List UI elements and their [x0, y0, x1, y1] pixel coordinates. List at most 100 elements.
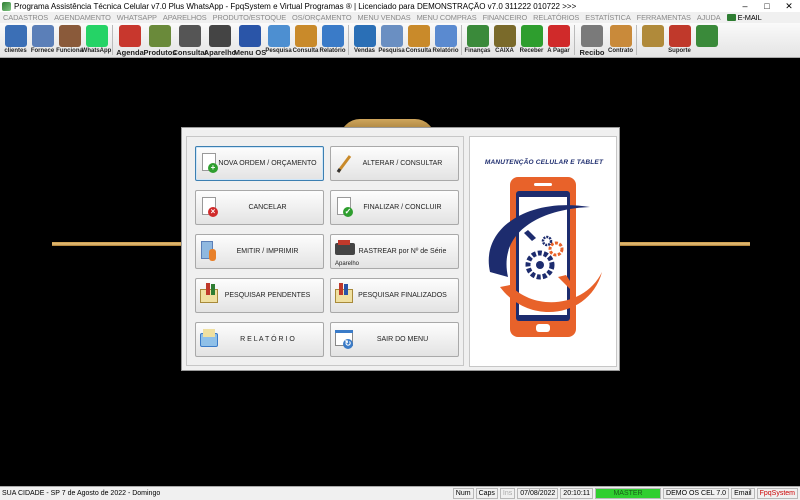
toolbar-button-menu-os-8[interactable]: Menu OS	[233, 23, 267, 57]
toolbar-button-pesquisa-13[interactable]: Pesquisa	[378, 23, 405, 57]
menu-financeiro[interactable]: FINANCEIRO	[483, 13, 528, 22]
toolbar-label: Funciona	[56, 48, 83, 54]
toolbar: clientes Fornece Funciona WhatsApp Agenda Pro…	[0, 23, 800, 58]
minimize-button[interactable]: –	[734, 0, 756, 12]
new-order-button[interactable]: + NOVA ORDEM / ORÇAMENTO	[195, 146, 324, 181]
background-gold-line-right	[620, 242, 750, 246]
menu-whatsapp[interactable]: WHATSAPP	[117, 13, 157, 22]
toolbar-button-contrato-21[interactable]: Contrato	[607, 23, 634, 57]
menu-os-or-amento[interactable]: OS/ORÇAMENTO	[292, 13, 352, 22]
finance-icon	[466, 25, 489, 47]
toolbar-button-funciona-2[interactable]: Funciona	[56, 23, 83, 57]
status-brand: FpqSystem	[756, 488, 798, 499]
menu-relat-rios[interactable]: RELATÓRIOS	[533, 13, 579, 22]
whatsapp-icon	[85, 25, 108, 47]
status-time: 20:10:11	[560, 488, 594, 499]
menu-menu-vendas[interactable]: MENU VENDAS	[357, 13, 410, 22]
maximize-button[interactable]: □	[756, 0, 778, 12]
button-sub-label: Aparelho	[335, 261, 360, 267]
os-menu-icon	[239, 25, 261, 47]
toolbar-separator	[636, 25, 637, 55]
toolbar-button-relat-rio-11[interactable]: Relatório	[319, 23, 346, 57]
plus-badge: +	[208, 163, 218, 173]
receipt-icon	[581, 25, 603, 47]
check-badge: ✓	[343, 207, 353, 217]
toolbar-button-consultar-6[interactable]: Consultar	[172, 23, 208, 57]
toolbar-button-pesquisa-9[interactable]: Pesquisa	[265, 23, 292, 57]
toolbar-button-coins-22[interactable]	[639, 23, 666, 57]
menu-email-label: E-MAIL	[737, 13, 762, 22]
phone-speaker	[534, 183, 552, 186]
status-user: MASTER	[595, 488, 662, 499]
calendar-icon	[119, 25, 141, 47]
toolbar-button-vendas-12[interactable]: Vendas	[351, 23, 378, 57]
button-label: EMITIR / IMPRIMIR	[236, 248, 299, 255]
finalize-button[interactable]: ✓ FINALIZAR / CONCLUIR	[330, 190, 459, 225]
menu-estat-stica[interactable]: ESTATÍSTICA	[585, 13, 631, 22]
title-bar: Programa Assistência Técnica Celular v7.…	[0, 0, 800, 12]
button-label: RASTREAR por Nº de Série	[358, 248, 447, 255]
menu-ferramentas[interactable]: FERRAMENTAS	[637, 13, 691, 22]
toolbar-button-whatsapp-3[interactable]: WhatsApp	[82, 23, 111, 57]
button-label: ALTERAR / CONSULTAR	[362, 160, 443, 167]
toolbar-label: Agenda	[116, 48, 144, 57]
toolbar-label: Relatório	[432, 48, 459, 54]
toolbar-button-clientes-0[interactable]: clientes	[2, 23, 29, 57]
receive-icon	[520, 25, 543, 47]
edit-consult-button[interactable]: ALTERAR / CONSULTAR	[330, 146, 459, 181]
menu-agendamento[interactable]: AGENDAMENTO	[54, 13, 111, 22]
toolbar-label: Pesquisa	[265, 48, 292, 54]
menu-produto-estoque[interactable]: PRODUTO/ESTOQUE	[213, 13, 286, 22]
clients-icon	[4, 25, 27, 47]
toolbar-button-suporte-23[interactable]: Suporte	[666, 23, 693, 57]
search-finished-button[interactable]: PESQUISAR FINALIZADOS	[330, 278, 459, 313]
toolbar-button-a-pagar-19[interactable]: A Pagar	[545, 23, 572, 57]
menu-cadastros[interactable]: CADASTROS	[3, 13, 48, 22]
products-icon	[149, 25, 171, 47]
pay-icon	[547, 25, 570, 47]
exit-menu-button[interactable]: ↻ SAIR DO MENU	[330, 322, 459, 357]
exit-icon	[695, 25, 718, 47]
menu-ajuda[interactable]: AJUDA	[697, 13, 721, 22]
print-button[interactable]: EMITIR / IMPRIMIR	[195, 234, 324, 269]
close-button[interactable]: ✕	[778, 0, 800, 12]
toolbar-label: Fornece	[30, 48, 55, 54]
os-menu-dialog: + NOVA ORDEM / ORÇAMENTO ALTERAR / CONSULT…	[181, 127, 620, 371]
track-serial-button[interactable]: RASTREAR por Nº de Série Aparelho	[330, 234, 459, 269]
toolbar-button-fornece-1[interactable]: Fornece	[29, 23, 56, 57]
toolbar-button-produtos-5[interactable]: Produtos	[144, 23, 176, 57]
coins-icon	[641, 25, 664, 47]
menu-email[interactable]: E-MAIL	[726, 13, 762, 22]
cancel-document-icon: ×	[200, 195, 218, 219]
pending-search-icon	[200, 283, 218, 307]
toolbar-button-consulta-14[interactable]: Consulta	[405, 23, 432, 57]
search-pending-button[interactable]: PESQUISAR PENDENTES	[195, 278, 324, 313]
status-insert: Ins	[499, 488, 516, 499]
toolbar-button-relat-rio-15[interactable]: Relatório	[432, 23, 459, 57]
toolbar-button-exit-24[interactable]	[693, 23, 720, 57]
toolbar-button-receber-18[interactable]: Receber	[518, 23, 545, 57]
button-label: NOVA ORDEM / ORÇAMENTO	[218, 160, 317, 167]
toolbar-button-agenda-4[interactable]: Agenda	[115, 23, 145, 57]
report-paper	[203, 329, 215, 337]
phone-repair-logo	[488, 177, 602, 337]
toolbar-button-recibo-20[interactable]: Recibo	[577, 23, 607, 57]
status-email[interactable]: Email	[731, 488, 755, 499]
print-person-icon	[200, 239, 218, 263]
menu-aparelhos[interactable]: APARELHOS	[163, 13, 207, 22]
toolbar-button-aparelho-7[interactable]: Aparelho	[203, 23, 237, 57]
actions-panel: + NOVA ORDEM / ORÇAMENTO ALTERAR / CONSULT…	[186, 136, 464, 366]
toolbar-label: Menu OS	[233, 48, 267, 57]
status-bar: SUA CIDADE - SP 7 de Agosto de 2022 - Do…	[0, 486, 800, 500]
cancel-button[interactable]: × CANCELAR	[195, 190, 324, 225]
toolbar-label: Aparelho	[203, 48, 237, 57]
toolbar-button-finan-as-16[interactable]: Finanças	[464, 23, 491, 57]
toolbar-label: Consultar	[172, 48, 208, 57]
status-date: 07/08/2022	[517, 488, 559, 499]
menu-menu-compras[interactable]: MENU COMPRAS	[417, 13, 477, 22]
exit-window-icon: ↻	[335, 327, 353, 351]
report-button[interactable]: R E L A T Ó R I O	[195, 322, 324, 357]
toolbar-button-caixa-17[interactable]: CAIXA	[491, 23, 518, 57]
pen-red	[339, 283, 343, 295]
toolbar-button-consulta-10[interactable]: Consulta	[292, 23, 319, 57]
